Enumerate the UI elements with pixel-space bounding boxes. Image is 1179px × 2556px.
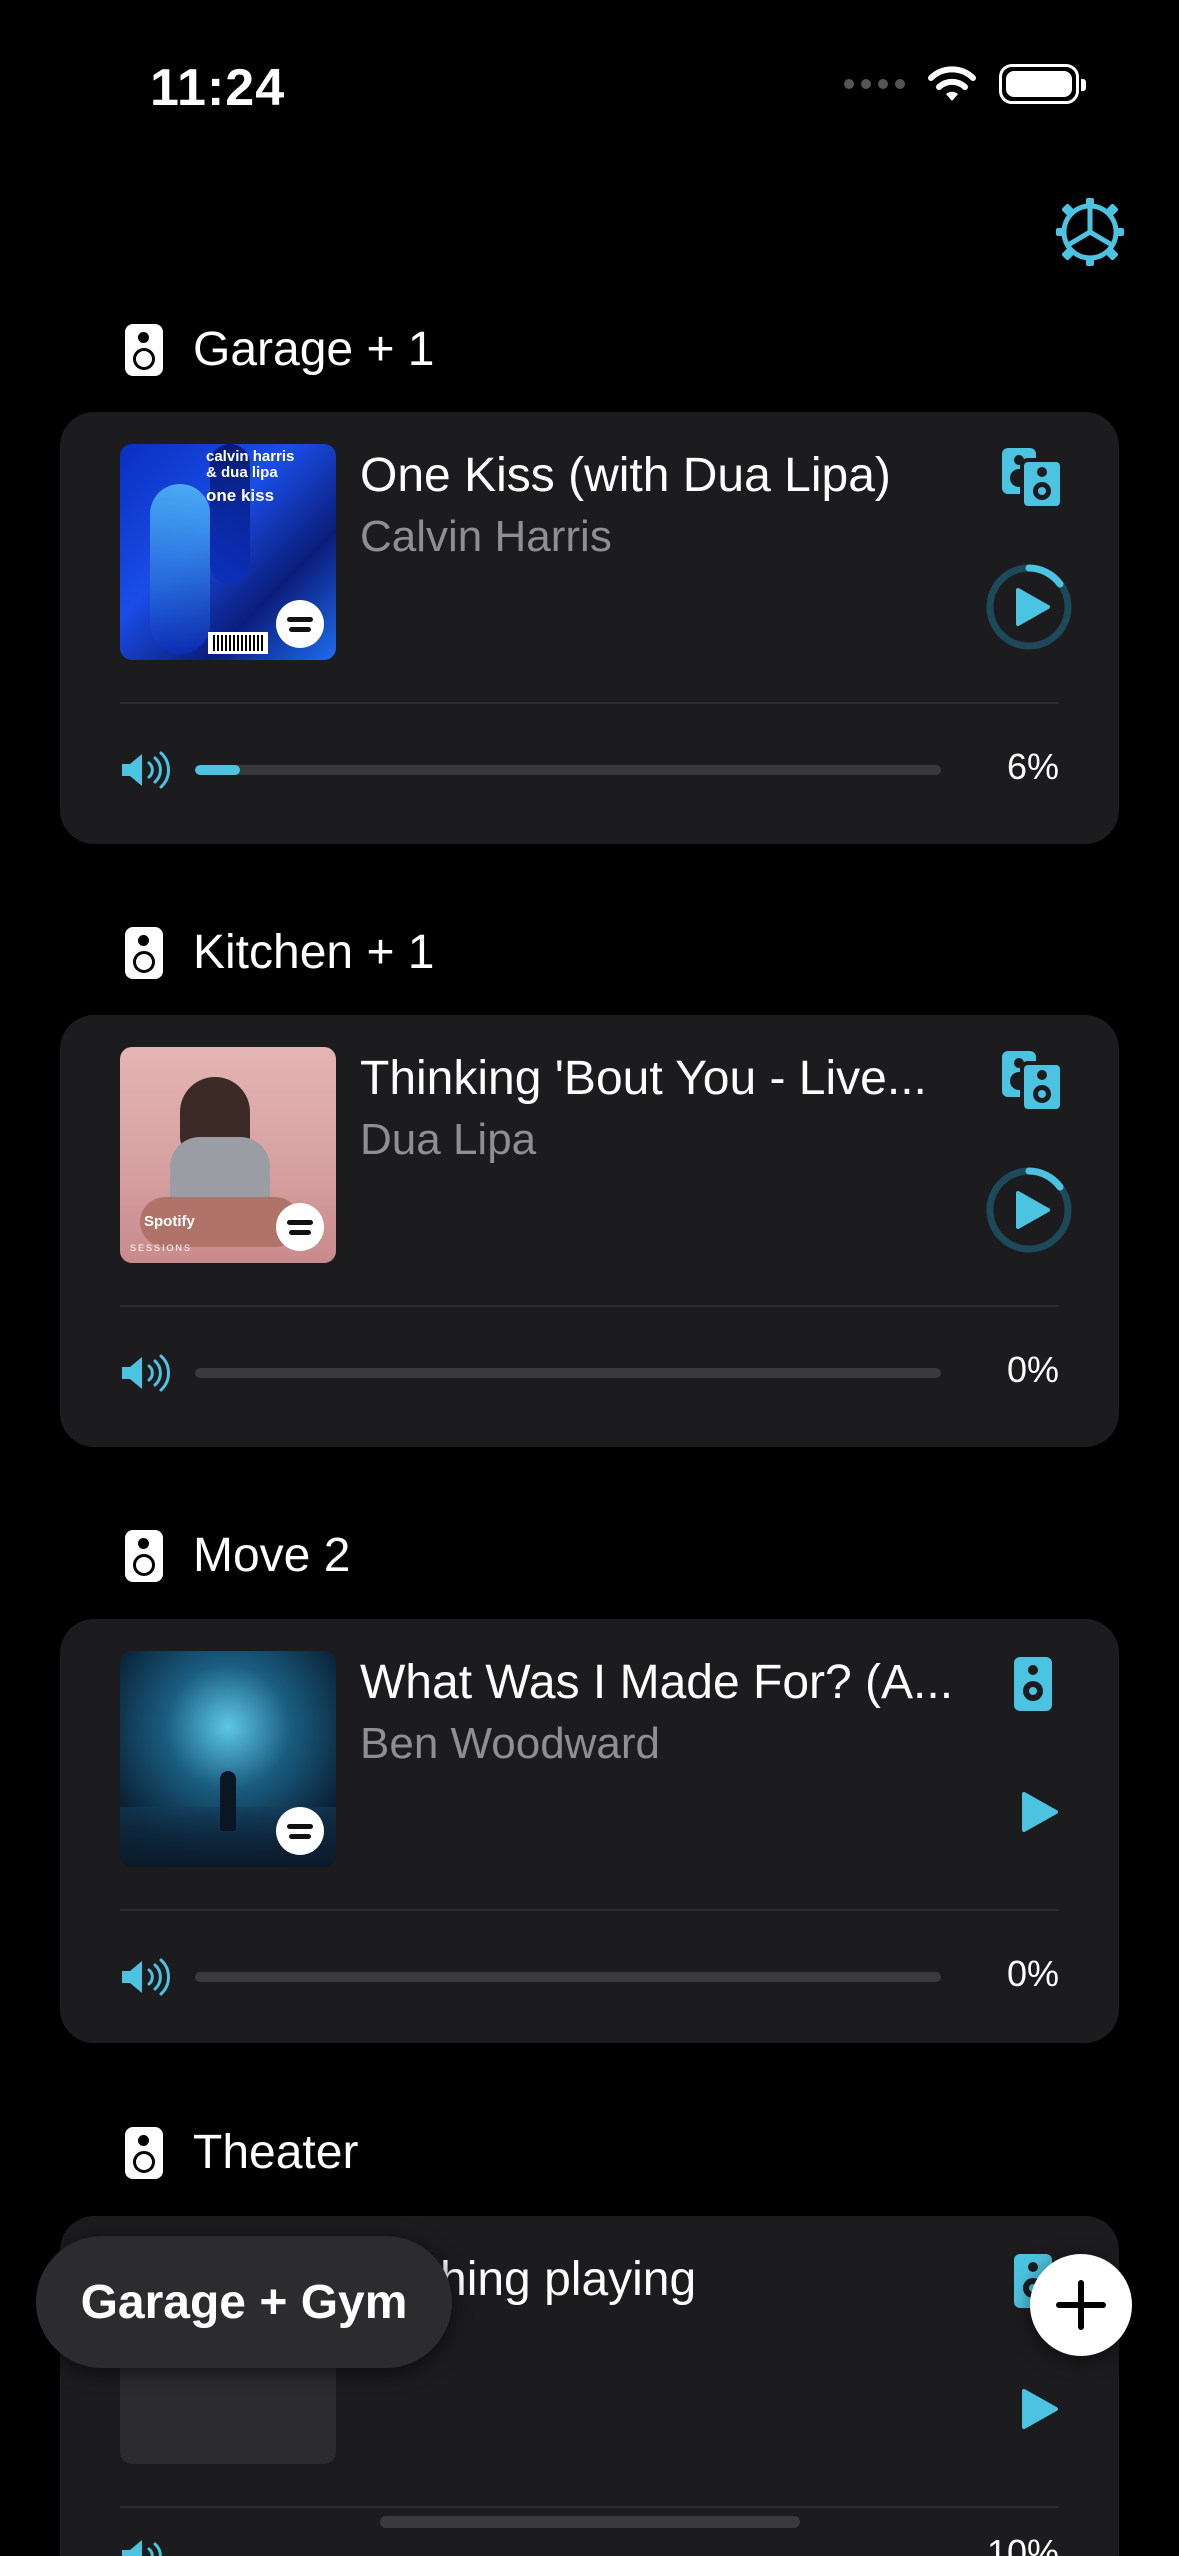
room-header[interactable]: Garage + 1 <box>125 322 435 377</box>
album-art-text: & dua lipa <box>206 464 278 481</box>
play-button[interactable] <box>984 1165 1074 1255</box>
spotify-icon <box>276 1203 324 1251</box>
album-art-text: calvin harris <box>206 448 295 465</box>
play-button[interactable] <box>984 562 1074 652</box>
album-art-text: Spotify <box>144 1213 195 1230</box>
volume-slider-fill <box>195 765 240 775</box>
album-art[interactable]: calvin harris & dua lipa one kiss <box>120 444 336 660</box>
status-icons <box>844 64 1086 104</box>
album-art-text: SESSIONS <box>130 1243 193 1253</box>
track-artist: Ben Woodward <box>360 1719 661 1768</box>
cellular-signal-icon <box>844 79 905 89</box>
volume-icon[interactable] <box>120 750 174 790</box>
spotify-icon <box>276 1807 324 1855</box>
room-header[interactable]: Move 2 <box>125 1528 350 1583</box>
track-title: What Was I Made For? (A... <box>360 1656 954 1709</box>
speaker-icon <box>125 1529 163 1582</box>
grouped-speakers-icon[interactable] <box>1000 1049 1064 1113</box>
speaker-icon <box>125 2126 163 2179</box>
status-time: 11:24 <box>150 59 286 117</box>
figure <box>220 1771 236 1831</box>
volume-icon[interactable] <box>120 1353 174 1393</box>
album-art-text: one kiss <box>206 486 275 505</box>
room-card[interactable]: What Was I Made For? (A... Ben Woodward … <box>60 1619 1119 2043</box>
room-name: Move 2 <box>193 1529 351 1582</box>
play-button[interactable] <box>1010 1784 1066 1840</box>
volume-percent: 6% <box>1006 746 1059 787</box>
spotify-icon <box>276 600 324 648</box>
play-button[interactable] <box>1010 2381 1066 2437</box>
divider <box>120 1909 1059 1911</box>
add-icon[interactable] <box>1030 2254 1132 2356</box>
room-header[interactable]: Theater <box>125 2125 358 2180</box>
speaker-icon[interactable] <box>1000 1653 1064 1717</box>
volume-percent: 0% <box>1006 1349 1059 1390</box>
album-art[interactable]: Spotify SESSIONS <box>120 1047 336 1263</box>
speaker-icon <box>125 323 163 376</box>
room-header[interactable]: Kitchen + 1 <box>125 925 435 980</box>
volume-slider[interactable] <box>195 1972 941 1982</box>
divider <box>120 2506 1059 2508</box>
battery-icon <box>999 64 1086 104</box>
volume-slider[interactable] <box>195 1368 941 1378</box>
track-title: Thinking 'Bout You - Live... <box>360 1052 927 1105</box>
settings-icon[interactable] <box>1054 196 1126 268</box>
room-name: Kitchen + 1 <box>193 926 435 979</box>
volume-percent: 0% <box>1006 1953 1059 1994</box>
room-card[interactable]: Spotify SESSIONS Thinking 'Bout You - Li… <box>60 1015 1119 1447</box>
track-artist: Calvin Harris <box>360 512 612 561</box>
room-name: Theater <box>193 2126 359 2179</box>
room-card[interactable]: calvin harris & dua lipa one kiss One Ki… <box>60 412 1119 844</box>
speaker-icon <box>125 926 163 979</box>
album-art[interactable] <box>120 1651 336 1867</box>
divider <box>120 702 1059 704</box>
track-title: hing playing <box>440 2253 697 2306</box>
volume-icon[interactable] <box>120 2536 174 2556</box>
grouped-speakers-icon[interactable] <box>1000 446 1064 510</box>
track-title: One Kiss (with Dua Lipa) <box>360 449 891 502</box>
volume-slider[interactable] <box>195 765 941 775</box>
room-name: Garage + 1 <box>193 323 435 376</box>
current-group-button[interactable]: Garage + Gym <box>36 2236 452 2368</box>
wifi-icon <box>928 66 976 101</box>
track-artist: Dua Lipa <box>360 1115 537 1164</box>
home-indicator <box>380 2516 800 2528</box>
divider <box>120 1305 1059 1307</box>
volume-icon[interactable] <box>120 1957 174 1997</box>
volume-percent: 10% <box>986 2532 1059 2556</box>
barcode <box>208 632 268 654</box>
